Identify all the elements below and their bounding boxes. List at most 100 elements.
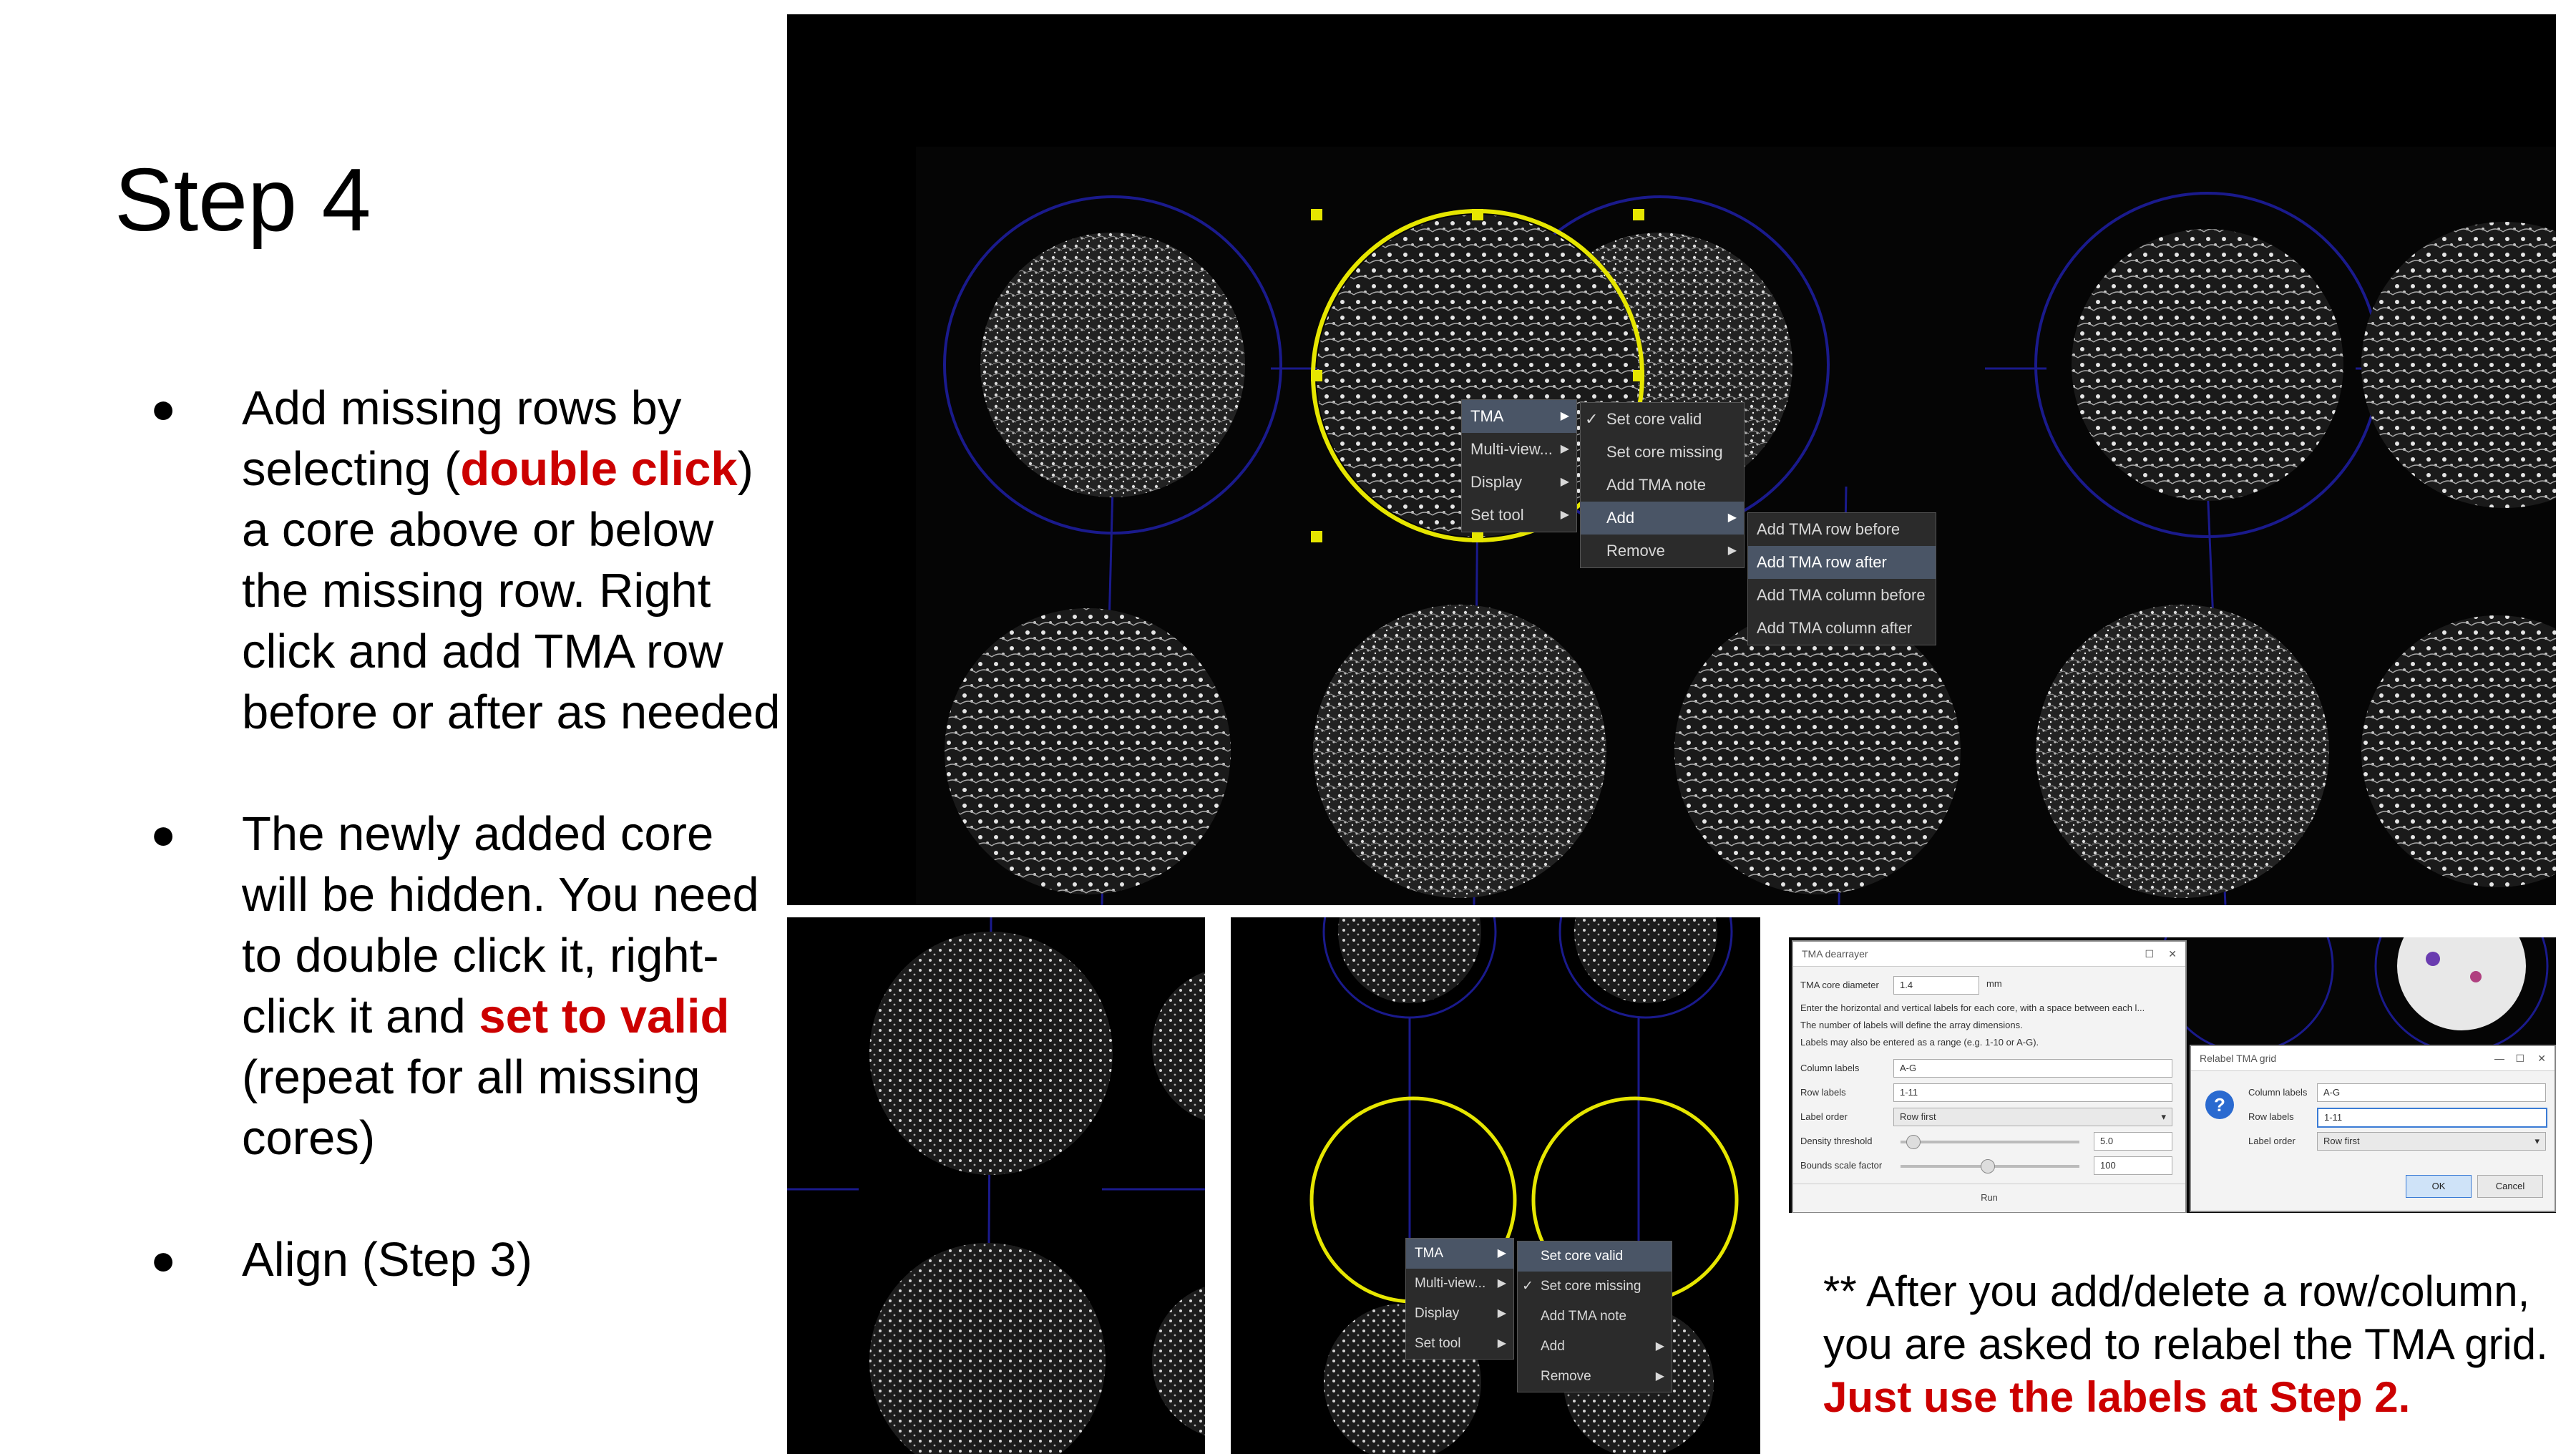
core-diameter-input[interactable]: 1.4 [1893, 976, 1979, 995]
dialog-title: TMA dearrayer [1802, 948, 1868, 960]
menu-item-add-row-before[interactable]: Add TMA row before [1748, 513, 1936, 546]
column-labels-label: Column labels [2248, 1087, 2308, 1098]
bullet-dot-icon: ● [150, 1236, 177, 1284]
context-menu: TMA ▶ Multi-view... ▶ Display ▶ Set tool ▶ [1461, 399, 1577, 532]
bullet-2-highlight: set to valid [479, 990, 730, 1043]
main-viewer-panel[interactable]: TMA ▶ Multi-view... ▶ Display ▶ Set tool ▶ ✓… [787, 14, 2556, 905]
menu-item-add-column-before[interactable]: Add TMA column before [1748, 579, 1936, 612]
bounds-scale-input[interactable]: 100 [2094, 1156, 2172, 1175]
menu-item-set-tool[interactable]: Set tool ▶ [1462, 499, 1576, 532]
selection-handle[interactable] [1311, 370, 1322, 381]
chevron-right-icon: ▶ [1655, 1340, 1664, 1352]
menu-item-display[interactable]: Display ▶ [1462, 466, 1576, 499]
tissue-core[interactable] [869, 932, 1113, 1175]
selection-handle[interactable] [1633, 209, 1644, 220]
set-valid-view[interactable] [1231, 917, 1760, 1454]
selection-handle[interactable] [1311, 209, 1322, 220]
tissue-core[interactable] [1313, 605, 1606, 898]
chevron-right-icon: ▶ [1497, 1247, 1506, 1259]
selection-handle[interactable] [1633, 370, 1644, 381]
tissue-core[interactable] [1674, 608, 1961, 894]
menu-item-multiview[interactable]: Multi-view... ▶ [1462, 433, 1576, 466]
context-menu-small: TMA ▶ Multi-view... ▶ Display ▶ Set tool ▶ [1405, 1238, 1514, 1360]
menu-item-label: Remove [1606, 542, 1665, 560]
density-slider-track[interactable] [1901, 1141, 2079, 1143]
tissue-core[interactable] [980, 233, 1245, 497]
ok-button[interactable]: OK [2406, 1175, 2472, 1198]
row-labels-input[interactable]: 1-11 [2317, 1108, 2547, 1128]
hidden-core-panel[interactable] [787, 917, 1205, 1454]
close-icon[interactable]: ✕ [2168, 942, 2177, 966]
label-order-select[interactable]: Row first ▾ [2317, 1132, 2546, 1151]
menu-item-tma[interactable]: TMA ▶ [1462, 400, 1576, 433]
menu-item-remove[interactable]: Remove ▶ [1518, 1362, 1672, 1392]
menu-item-set-tool[interactable]: Set tool ▶ [1406, 1329, 1513, 1359]
bullet-2: ● The newly added core will be hidden. Y… [143, 804, 787, 1168]
maximize-icon[interactable]: ☐ [2145, 942, 2154, 966]
density-threshold-label: Density threshold [1800, 1136, 1873, 1146]
density-threshold-input[interactable]: 5.0 [2094, 1132, 2172, 1151]
relabel-screenshot: TMA dearrayer ☐ ✕ TMA core diameter 1.4 … [1789, 937, 2556, 1213]
menu-item-add[interactable]: Add ▶ [1581, 502, 1744, 535]
maximize-icon[interactable]: ☐ [2515, 1046, 2524, 1070]
menu-item-label: Display [1470, 473, 1523, 491]
menu-item-set-core-missing[interactable]: Set core missing [1581, 436, 1744, 469]
column-labels-input[interactable]: A-G [2317, 1083, 2546, 1102]
chevron-right-icon: ▶ [1727, 545, 1737, 557]
close-icon[interactable]: ✕ [2537, 1046, 2546, 1070]
menu-item-add-tma-note[interactable]: Add TMA note [1581, 469, 1744, 502]
core-diameter-label: TMA core diameter [1800, 980, 1879, 990]
bounds-slider-handle[interactable] [1981, 1159, 1995, 1174]
menu-item-remove[interactable]: Remove ▶ [1581, 535, 1744, 567]
minimize-icon[interactable]: — [2494, 1046, 2504, 1070]
menu-item-add-column-after[interactable]: Add TMA column after [1748, 612, 1936, 645]
menu-item-label: Set tool [1470, 506, 1524, 524]
dialog-title-bar: Relabel TMA grid — ☐ ✕ [2191, 1046, 2555, 1071]
slide-title: Step 4 [114, 151, 371, 250]
selection-handle[interactable] [1311, 531, 1322, 542]
menu-item-label: Remove [1541, 1369, 1591, 1384]
chevron-right-icon: ▶ [1727, 512, 1737, 524]
menu-item-tma[interactable]: TMA ▶ [1406, 1239, 1513, 1269]
row-labels-input[interactable]: 1-11 [1893, 1083, 2172, 1102]
chevron-right-icon: ▶ [1655, 1370, 1664, 1382]
relabel-note-highlight: Just use the labels at Step 2. [1823, 1373, 2411, 1421]
menu-item-label: Display [1415, 1306, 1460, 1321]
menu-item-set-core-valid[interactable]: Set core valid [1518, 1241, 1672, 1272]
menu-item-add[interactable]: Add ▶ [1518, 1332, 1672, 1362]
menu-item-add-row-after[interactable]: Add TMA row after [1748, 546, 1936, 579]
menu-item-multiview[interactable]: Multi-view... ▶ [1406, 1269, 1513, 1299]
run-button[interactable]: Run [1793, 1184, 2185, 1211]
hidden-core-view[interactable] [787, 917, 1205, 1454]
bullet-list: ● Add missing rows by selecting (double … [143, 378, 787, 1290]
tissue-core[interactable] [2072, 229, 2343, 501]
bullet-1: ● Add missing rows by selecting (double … [143, 378, 787, 743]
density-slider-handle[interactable] [1906, 1135, 1921, 1149]
label-order-label: Label order [2248, 1136, 2296, 1146]
menu-item-set-core-missing[interactable]: ✓ Set core missing [1518, 1272, 1672, 1302]
question-icon: ? [2205, 1090, 2234, 1119]
column-labels-input[interactable]: A-G [1893, 1059, 2172, 1078]
chevron-right-icon: ▶ [1560, 476, 1569, 488]
menu-item-add-tma-note[interactable]: Add TMA note [1518, 1302, 1672, 1332]
tma-submenu: ✓ Set core valid Set core missing Add TMA… [1580, 402, 1745, 568]
bullet-3: ● Align (Step 3) [143, 1229, 787, 1290]
menu-item-label: Multi-view... [1415, 1276, 1486, 1291]
dialog-title: Relabel TMA grid [2200, 1053, 2277, 1064]
menu-item-set-core-valid[interactable]: ✓ Set core valid [1581, 403, 1744, 436]
tissue-core[interactable] [945, 608, 1231, 894]
row-labels-label: Row labels [2248, 1111, 2294, 1122]
tissue-core[interactable] [2036, 605, 2329, 898]
selection-handle[interactable] [1472, 531, 1483, 542]
cancel-button[interactable]: Cancel [2477, 1175, 2543, 1198]
set-valid-panel[interactable]: TMA ▶ Multi-view... ▶ Display ▶ Set tool ▶ S… [1231, 917, 1760, 1454]
menu-item-label: Add TMA note [1541, 1309, 1627, 1324]
menu-item-label: Set tool [1415, 1336, 1461, 1351]
dialog-info-1: Enter the horizontal and vertical labels… [1800, 1002, 2145, 1013]
selection-handle[interactable] [1472, 209, 1483, 220]
row-labels-label: Row labels [1800, 1087, 1846, 1098]
chevron-down-icon: ▾ [2161, 1111, 2166, 1122]
menu-item-display[interactable]: Display ▶ [1406, 1299, 1513, 1329]
menu-item-label: Add TMA row after [1757, 553, 1887, 571]
label-order-select[interactable]: Row first ▾ [1893, 1108, 2172, 1126]
